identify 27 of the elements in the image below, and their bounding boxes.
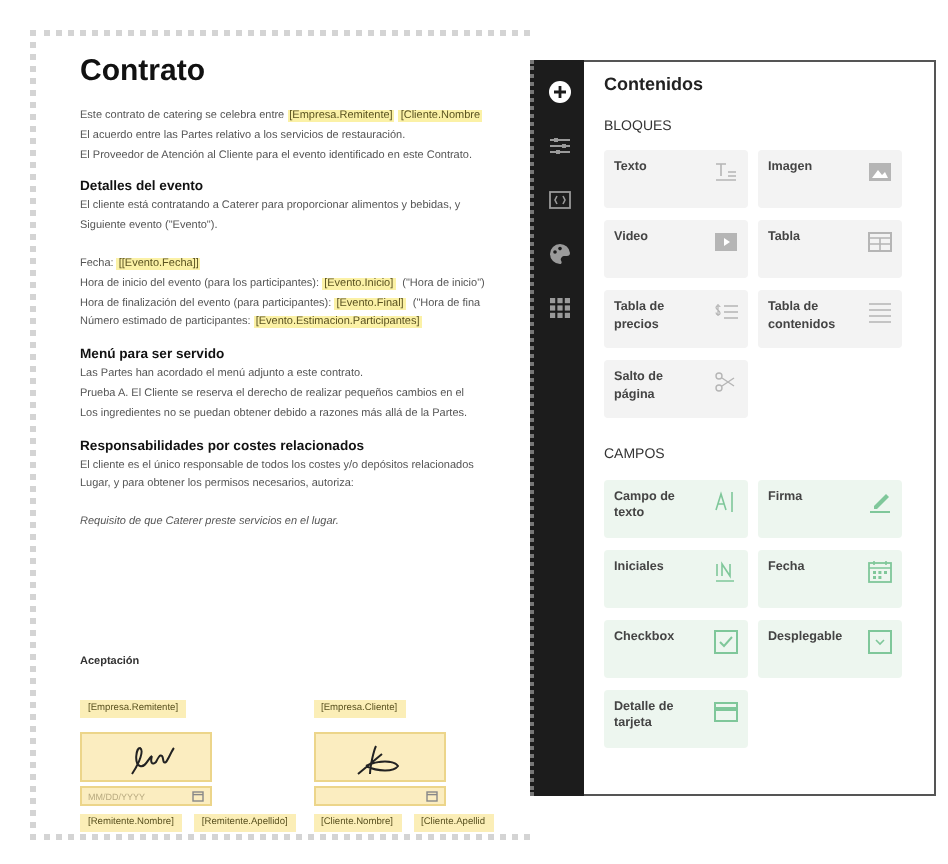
list-icon	[868, 300, 892, 325]
calendar-icon	[192, 790, 204, 803]
image-icon	[868, 160, 892, 185]
palette-icon	[547, 242, 571, 266]
checkbox-icon	[714, 629, 738, 654]
pen-icon	[868, 489, 892, 514]
grid-icon	[547, 296, 571, 320]
date-field[interactable]	[313, 786, 445, 807]
text-cursor-icon	[714, 489, 738, 514]
panel-title: Contenidos	[604, 74, 705, 96]
signature-field[interactable]	[313, 732, 445, 783]
scissors-icon	[714, 370, 738, 395]
pricing-list-icon	[714, 300, 738, 325]
add-icon	[547, 80, 571, 104]
calendar-icon	[868, 559, 892, 584]
credit-card-icon	[714, 699, 738, 724]
dropdown-icon	[868, 629, 892, 654]
initials-icon	[714, 559, 738, 584]
table-icon	[868, 230, 892, 255]
calendar-icon	[425, 790, 437, 803]
sliders-icon	[547, 134, 571, 158]
add-button[interactable]	[543, 76, 575, 108]
signature-field[interactable]	[80, 732, 212, 783]
brackets-icon	[547, 188, 571, 212]
document-title: Contrato	[80, 52, 207, 92]
text-icon	[714, 160, 738, 185]
video-icon	[714, 230, 738, 255]
